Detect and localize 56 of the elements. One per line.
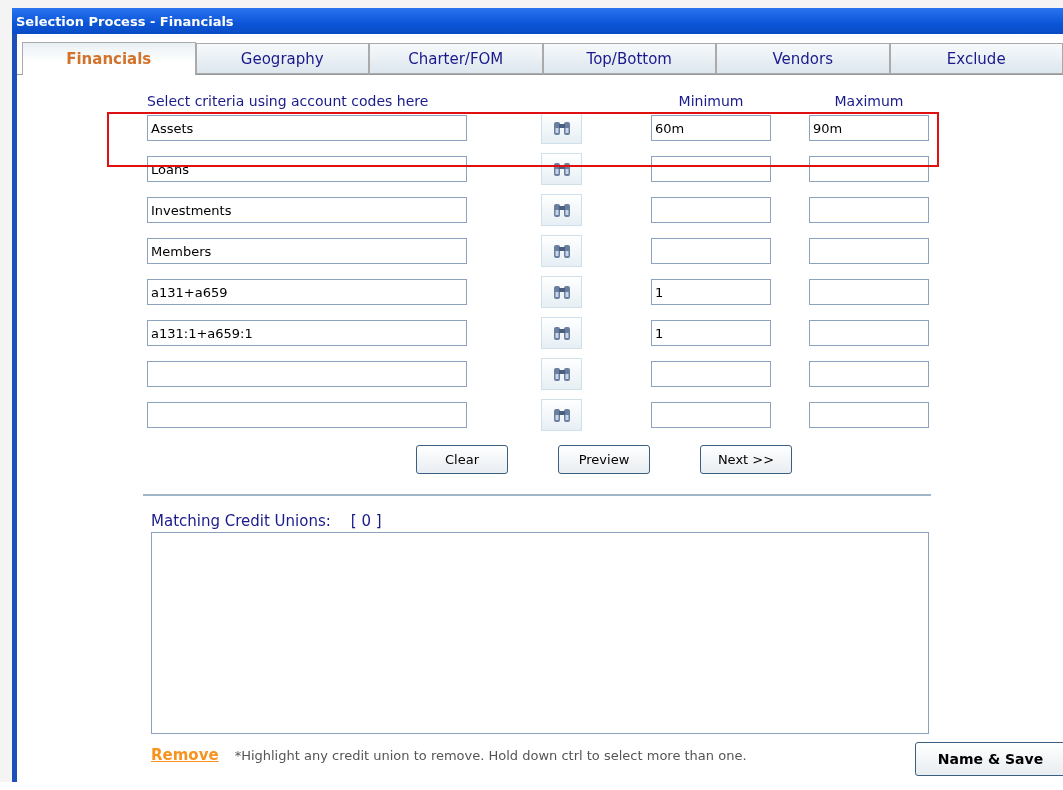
lookup-button[interactable] xyxy=(541,399,582,431)
criteria-heading: Select criteria using account codes here xyxy=(147,93,430,109)
lookup-button[interactable] xyxy=(541,276,582,308)
minimum-field[interactable]: 1 xyxy=(651,279,771,305)
maximum-field[interactable] xyxy=(809,361,929,387)
binoculars-icon xyxy=(551,284,572,300)
maximum-heading: Maximum xyxy=(833,93,905,109)
maximum-field[interactable] xyxy=(809,197,929,223)
binoculars-icon xyxy=(551,325,572,341)
maximum-field[interactable] xyxy=(809,320,929,346)
account-code-field[interactable]: a131+a659 xyxy=(147,279,467,305)
matching-label: Matching Credit Unions: xyxy=(151,512,331,530)
binoculars-icon xyxy=(551,366,572,382)
lookup-button[interactable] xyxy=(541,235,582,267)
window-title: Selection Process - Financials xyxy=(12,8,1063,34)
tab[interactable]: Geography xyxy=(195,43,369,74)
action-button[interactable]: Next >> xyxy=(700,445,792,474)
matching-count: [ 0 ] xyxy=(350,512,382,530)
tab[interactable]: Vendors xyxy=(716,43,890,74)
minimum-field[interactable] xyxy=(651,197,771,223)
maximum-field[interactable] xyxy=(809,402,929,428)
account-code-field[interactable]: Investments xyxy=(147,197,467,223)
lookup-button[interactable] xyxy=(541,317,582,349)
account-code-field[interactable] xyxy=(147,402,467,428)
binoculars-icon xyxy=(551,161,572,177)
lookup-button[interactable] xyxy=(541,112,582,144)
account-code-field[interactable]: a131:1+a659:1 xyxy=(147,320,467,346)
tab[interactable]: Exclude xyxy=(889,43,1063,74)
minimum-field[interactable]: 60m xyxy=(651,115,771,141)
maximum-field[interactable]: 90m xyxy=(809,115,929,141)
action-button[interactable]: Preview xyxy=(558,445,650,474)
maximum-field[interactable] xyxy=(809,156,929,182)
binoculars-icon xyxy=(551,243,572,259)
binoculars-icon xyxy=(551,407,572,423)
minimum-field[interactable]: 1 xyxy=(651,320,771,346)
name-save-button[interactable]: Name & Save xyxy=(915,742,1063,776)
tab[interactable]: Charter/FOM xyxy=(369,43,543,74)
maximum-field[interactable] xyxy=(809,279,929,305)
minimum-field[interactable] xyxy=(651,402,771,428)
action-button[interactable]: Clear xyxy=(416,445,508,474)
lookup-button[interactable] xyxy=(541,358,582,390)
minimum-field[interactable] xyxy=(651,156,771,182)
minimum-heading: Minimum xyxy=(677,93,745,109)
tab[interactable]: Top/Bottom xyxy=(542,43,716,74)
binoculars-icon xyxy=(551,202,572,218)
maximum-field[interactable] xyxy=(809,238,929,264)
binoculars-icon xyxy=(551,120,572,136)
minimum-field[interactable] xyxy=(651,238,771,264)
lookup-button[interactable] xyxy=(541,153,582,185)
minimum-field[interactable] xyxy=(651,361,771,387)
account-code-field[interactable]: Assets xyxy=(147,115,467,141)
lookup-button[interactable] xyxy=(541,194,582,226)
remove-hint: *Highlight any credit union to remove. Hold down ctrl to select more than one. xyxy=(234,747,747,763)
account-code-field[interactable]: Members xyxy=(147,238,467,264)
account-code-field[interactable]: Loans xyxy=(147,156,467,182)
account-code-field[interactable] xyxy=(147,361,467,387)
